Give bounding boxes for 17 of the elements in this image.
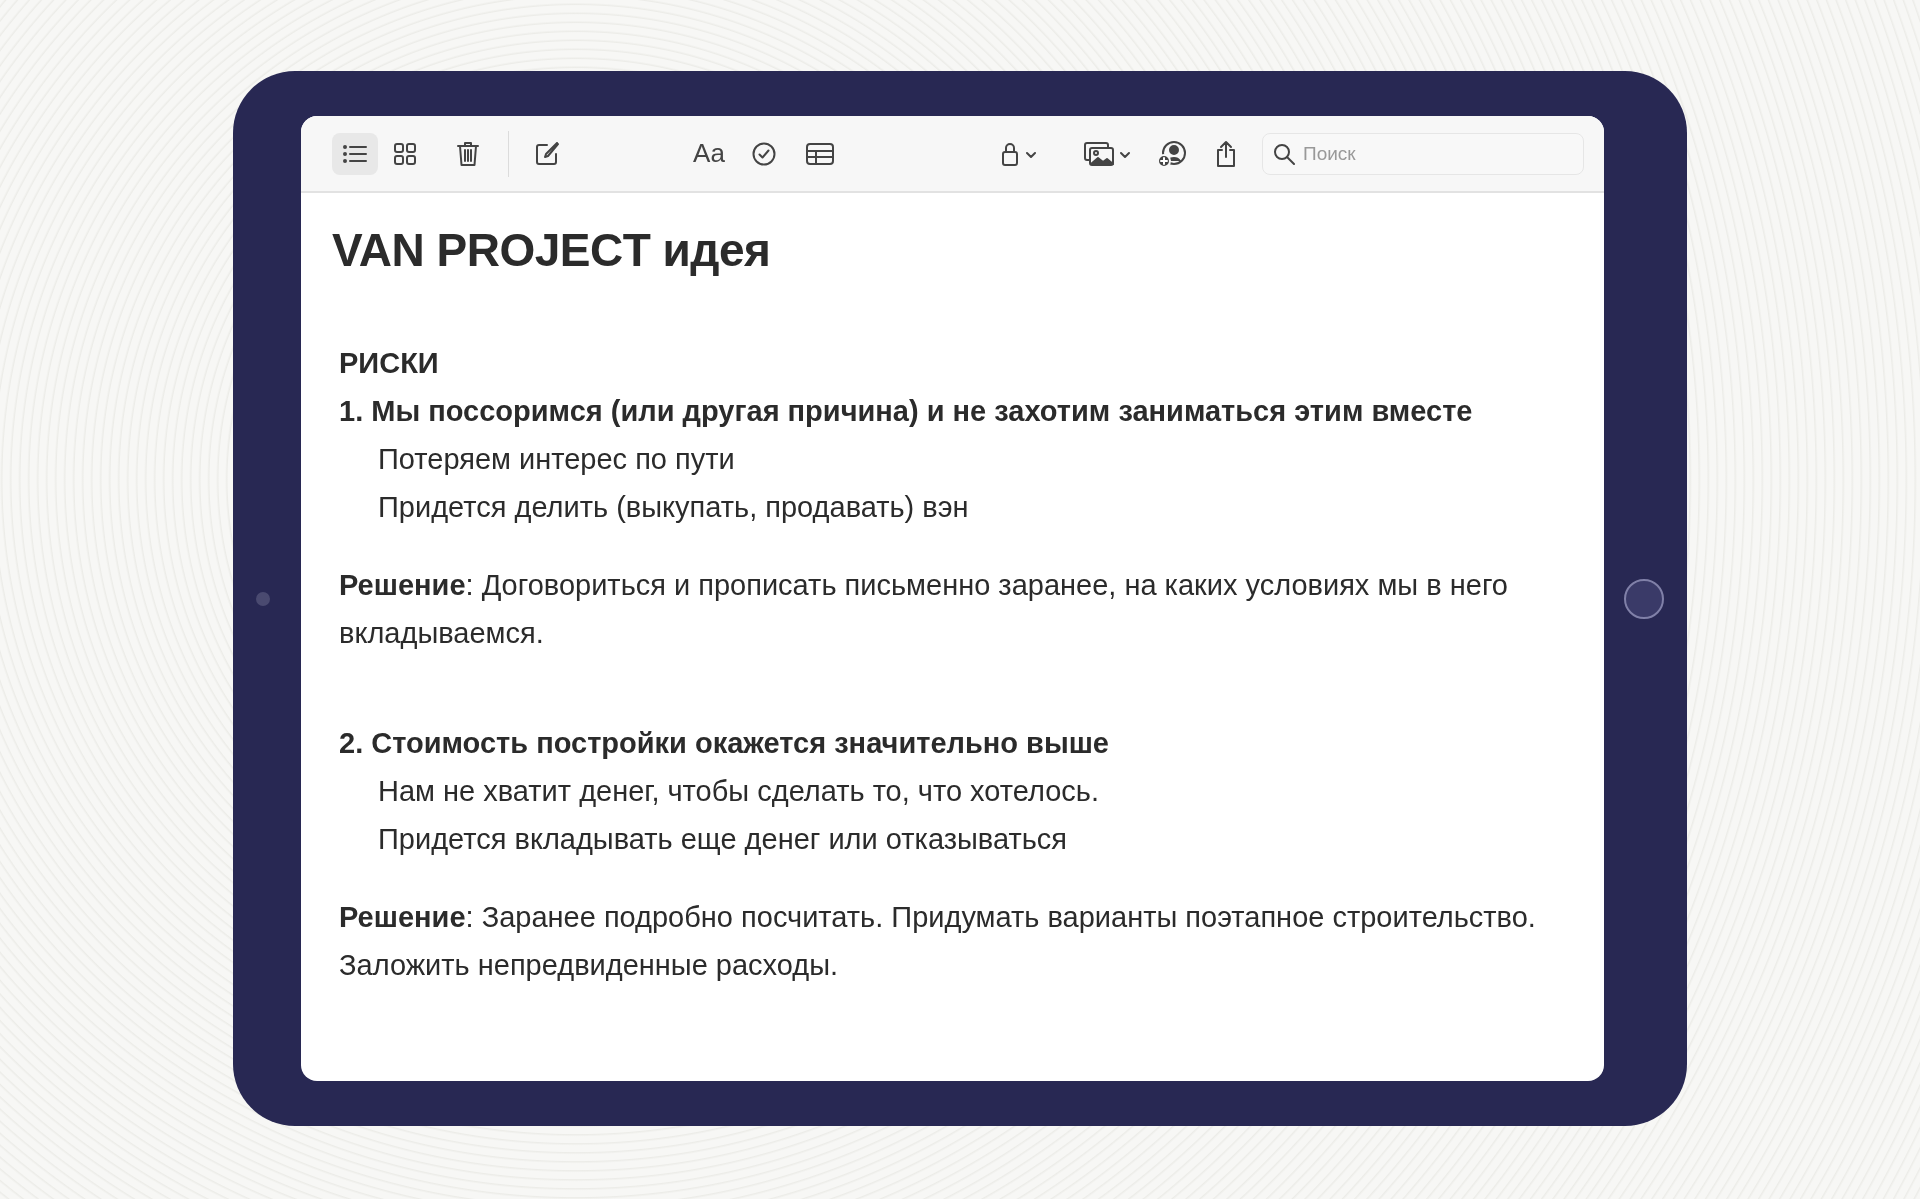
indented-line: Нам не хватит денег, чтобы сделать то, что хотелось.: [377, 774, 1100, 809]
note-paragraph: Решение: Заранее подробно посчитать. Придумать варианты поэтапное строительство. Заложить непредвиденные расходы.: [338, 900, 1537, 983]
indented-line: Потеряем интерес по пути: [377, 442, 736, 477]
numbered-item: 2. Стоимость постройки окажется значительно выше: [338, 726, 1110, 761]
list-icon: [343, 143, 367, 164]
grid-icon: [394, 142, 416, 165]
list-view-button[interactable]: [332, 132, 378, 175]
format-button[interactable]: Aa: [687, 132, 731, 175]
indented-line: Придется вкладывать еще денег или отказываться: [377, 822, 1068, 857]
camera-dot: [256, 591, 270, 606]
note-title: VAN PROJECT идея: [332, 223, 772, 277]
note-paragraph: Решение: Договориться и прописать письменно заранее, на каких условиях мы в него вкладываемся.: [338, 568, 1509, 651]
indented-line: Придется делить (выкупать, продавать) вэн: [377, 490, 970, 525]
section-heading: РИСКИ: [338, 346, 440, 381]
home-button[interactable]: [1624, 578, 1664, 619]
search-field[interactable]: Поиск: [1262, 132, 1584, 175]
numbered-item: 1. Мы поссоримся (или другая причина) и не захотим заниматься этим вместе: [338, 394, 1474, 429]
